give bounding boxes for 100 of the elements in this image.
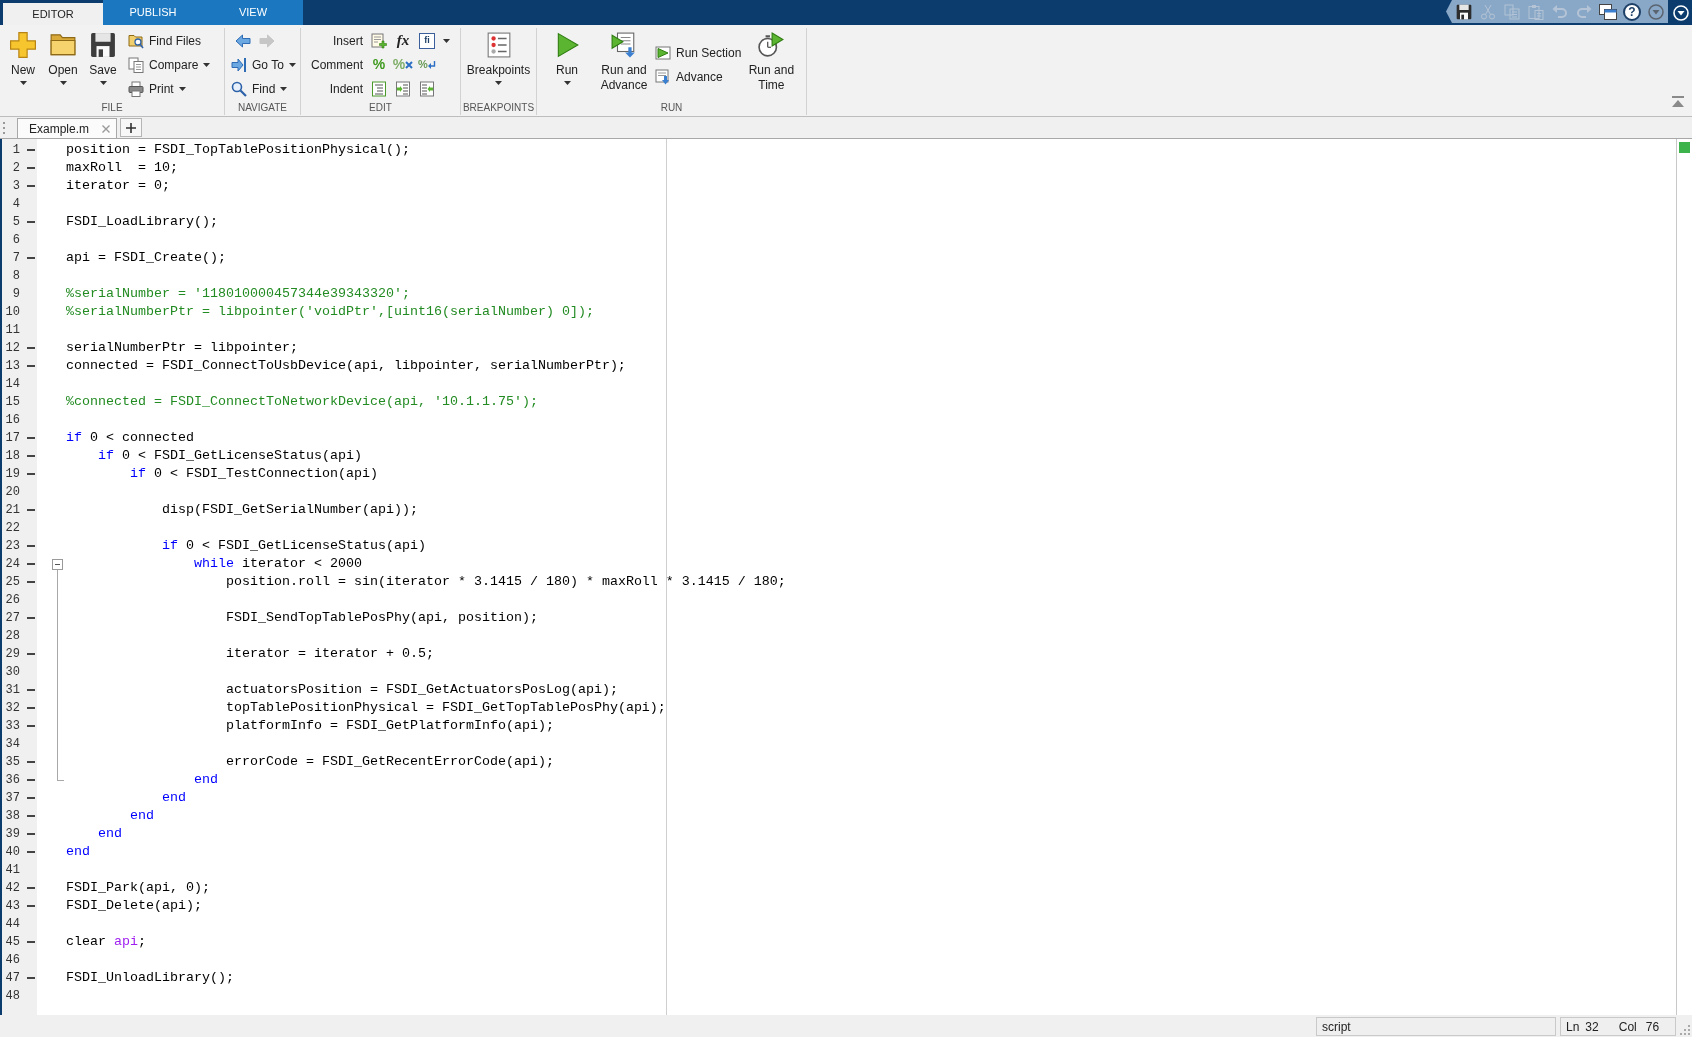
toolstrip-button[interactable]: Print (128, 77, 186, 100)
line-number: 41 (4, 862, 20, 879)
code-line: if 0 < FSDI_GetLicenseStatus(api) (162, 537, 426, 555)
toolstrip-button[interactable]: Open (43, 28, 83, 85)
line-number: 19 (4, 466, 20, 483)
row-label: Comment (310, 56, 363, 74)
row-label: Indent (328, 80, 363, 98)
grip-icon (3, 121, 6, 134)
line-number: 1 (11, 142, 20, 159)
line-number: 4 (11, 196, 20, 213)
code-line: if 0 < FSDI_GetLicenseStatus(api) (98, 447, 362, 465)
line-number: 47 (4, 970, 20, 987)
toolstrip-button[interactable]: Advance (655, 65, 723, 88)
code-line: end (66, 843, 90, 861)
toolstrip-button[interactable]: New (3, 28, 43, 85)
document-tab[interactable]: Example.m (17, 118, 117, 138)
indent-right-icon (395, 80, 411, 97)
line-number: 8 (11, 268, 20, 285)
line-number: 25 (4, 574, 20, 591)
line-number: 34 (4, 736, 20, 753)
toolstrip-button[interactable]: Run and Advance (595, 28, 653, 93)
line-number: 31 (4, 682, 20, 699)
group-label: RUN (659, 101, 684, 115)
line-number: 26 (4, 592, 20, 609)
line-number: 33 (4, 718, 20, 735)
toolstrip-button[interactable]: Go To (231, 53, 296, 76)
code-line: topTablePositionPhysical = FSDI_GetTopTablePosPhy(api); (225, 699, 666, 717)
play-section-icon (655, 44, 671, 61)
line-number: 6 (11, 232, 20, 249)
line-number: 32 (4, 700, 20, 717)
toolstrip-button[interactable]: Find Files (128, 29, 201, 52)
circle-caret-icon (1673, 4, 1689, 21)
line-number: 35 (4, 754, 20, 771)
plus-icon (126, 122, 136, 133)
code-line: iterator = iterator + 0.5; (225, 645, 434, 663)
toolstrip-button[interactable]: Breakpoints (466, 28, 531, 85)
group-label: BREAKPOINTS (461, 101, 536, 115)
line-number: 9 (11, 286, 20, 303)
plus-icon (10, 32, 36, 58)
document-plus-icon (371, 32, 387, 49)
line-number: 12 (4, 340, 20, 357)
fold-toggle-icon[interactable] (52, 558, 63, 570)
line-number: 46 (4, 952, 20, 969)
code-line: if 0 < FSDI_TestConnection(api) (130, 465, 378, 483)
line-number: 27 (4, 610, 20, 627)
toolstrip-button[interactable]: Run Section (655, 41, 742, 64)
line-number: 11 (4, 322, 20, 339)
ribbon-tab[interactable]: EDITOR (3, 3, 103, 25)
stopwatch-play-icon (758, 32, 785, 58)
line-number: 22 (4, 520, 20, 537)
toolstrip-button[interactable]: Compare (128, 53, 211, 76)
line-number: 43 (4, 898, 20, 915)
line-number: 20 (4, 484, 20, 501)
code-line: serialNumberPtr = libpointer; (66, 339, 298, 357)
new-tab-button[interactable] (120, 118, 142, 137)
line-number: 37 (4, 790, 20, 807)
toolstrip-button[interactable]: Find (231, 77, 288, 100)
group-label: FILE (100, 101, 124, 115)
play-page-icon (611, 32, 637, 58)
line-number: 21 (4, 502, 20, 519)
code-line: FSDI_Park(api, 0); (66, 879, 210, 897)
line-number: 28 (4, 628, 20, 645)
line-number: 2 (11, 160, 20, 177)
function-button[interactable]: fx (391, 29, 415, 52)
line-number: 5 (11, 214, 20, 231)
return-arrow-icon (427, 60, 436, 69)
code-line: connected = FSDI_ConnectToUsbDevice(api, libpointer, serialNumberPtr); (66, 357, 626, 375)
line-value: 32 (1585, 1018, 1599, 1036)
line-number: 48 (4, 988, 20, 1005)
ribbon-tab[interactable]: VIEW (203, 0, 303, 25)
line-number: 7 (11, 250, 20, 267)
code-line: errorCode = FSDI_GetRecentErrorCode(api); (225, 753, 554, 771)
code-line: maxRoll = 10; (66, 159, 178, 177)
code-line: FSDI_LoadLibrary(); (66, 213, 218, 231)
file-type-status: script (1316, 1017, 1556, 1036)
breakpoint-list-icon (485, 32, 512, 58)
code-line: clear api; (66, 933, 146, 951)
line-number: 30 (4, 664, 20, 681)
group-label: NAVIGATE (236, 101, 289, 115)
row-label: Insert (332, 32, 363, 50)
folder-icon (50, 32, 76, 58)
line-number: 44 (4, 916, 20, 933)
fixed-point-button[interactable]: fi (415, 29, 439, 52)
code-line: %connected = FSDI_ConnectToNetworkDevice(api, '10.1.1.75'); (66, 393, 538, 411)
toolstrip-button[interactable]: Run (547, 28, 587, 85)
line-number: 18 (4, 448, 20, 465)
toolstrip-button[interactable]: Run and Time (742, 28, 801, 93)
line-number: 42 (4, 880, 20, 897)
line-number: 23 (4, 538, 20, 555)
ribbon-tab[interactable]: PUBLISH (103, 0, 203, 25)
toolstrip-button[interactable]: Save (83, 28, 123, 85)
line-number: 3 (11, 178, 20, 195)
code-line: iterator = 0; (66, 177, 170, 195)
line-number: 10 (4, 304, 20, 321)
column-label: Col (1618, 1018, 1637, 1036)
line-number: 16 (4, 412, 20, 429)
indent-left-icon (419, 80, 435, 97)
printer-icon (128, 80, 144, 97)
documents-icon (128, 56, 144, 73)
code-line: FSDI_SendTopTablePosPhy(api, position); (225, 609, 538, 627)
